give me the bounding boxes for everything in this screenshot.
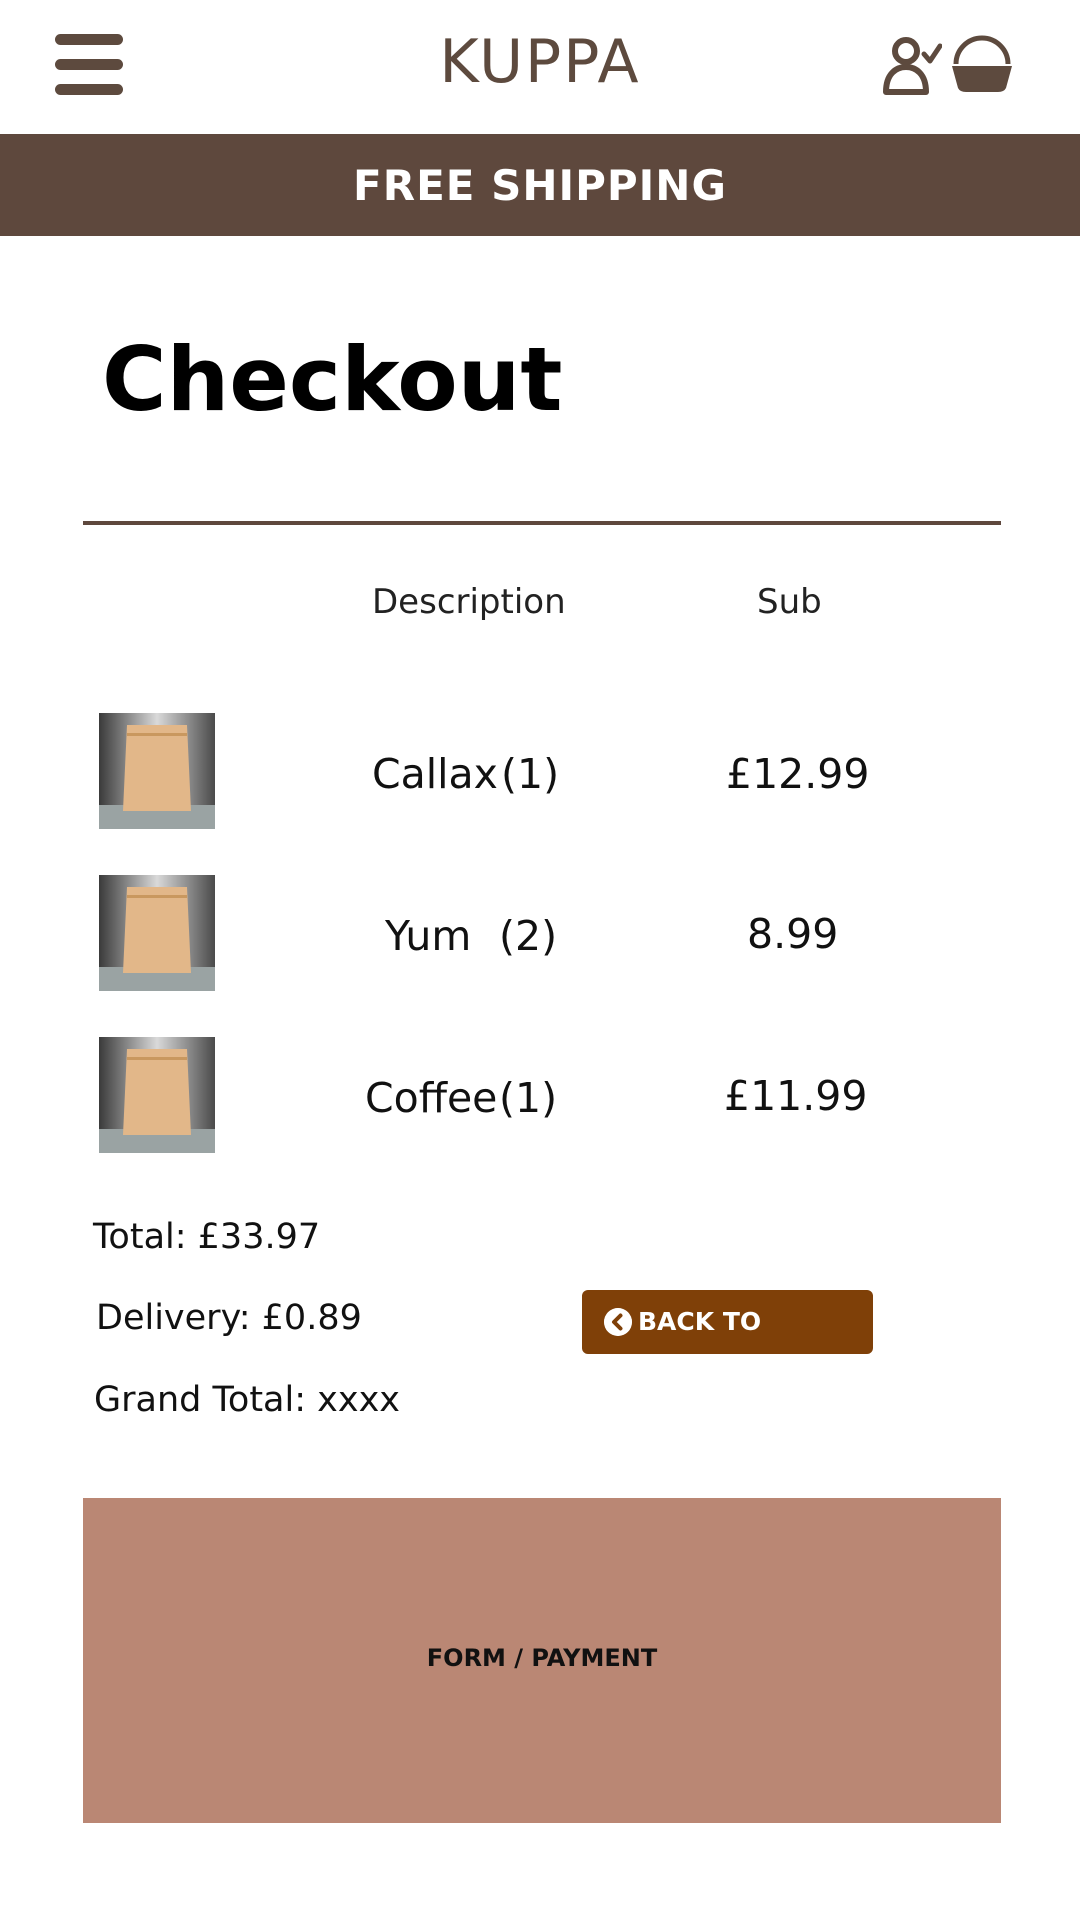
product-thumbnail[interactable] bbox=[99, 1037, 215, 1153]
item-quantity: (2) bbox=[499, 912, 558, 960]
item-quantity: (1) bbox=[501, 750, 560, 798]
logo[interactable]: KUPPA bbox=[390, 22, 690, 102]
item-subtotal: £11.99 bbox=[724, 1072, 868, 1120]
grand-total-amount: Grand Total: xxxx bbox=[94, 1380, 400, 1420]
item-quantity: (1) bbox=[499, 1074, 558, 1122]
page-title: Checkout bbox=[102, 328, 563, 431]
item-subtotal: 8.99 bbox=[747, 910, 839, 958]
item-name: Callax bbox=[372, 750, 498, 798]
free-shipping-banner: FREE SHIPPING bbox=[0, 134, 1080, 236]
delivery-amount: Delivery: £0.89 bbox=[96, 1298, 362, 1338]
description-column-header: Description bbox=[372, 582, 566, 622]
hamburger-menu-icon[interactable] bbox=[55, 34, 123, 96]
coffee-bag-image bbox=[99, 1037, 215, 1153]
total-amount: Total: £33.97 bbox=[93, 1217, 321, 1257]
coffee-bag-image bbox=[99, 875, 215, 991]
user-check-icon[interactable] bbox=[880, 34, 942, 96]
form-payment-panel[interactable]: FORM / PAYMENT bbox=[83, 1498, 1001, 1823]
item-name: Yum bbox=[385, 912, 472, 960]
divider bbox=[83, 521, 1001, 525]
form-payment-label: FORM / PAYMENT bbox=[426, 1644, 658, 1672]
item-subtotal: £12.99 bbox=[726, 750, 870, 798]
coffee-bag-image bbox=[99, 713, 215, 829]
chevron-left-icon bbox=[604, 1308, 632, 1336]
back-to-basket-label: BACK TO BASKET bbox=[638, 1307, 762, 1400]
product-thumbnail[interactable] bbox=[99, 875, 215, 991]
product-thumbnail[interactable] bbox=[99, 713, 215, 829]
sub-column-header: Sub bbox=[757, 582, 822, 622]
header: KUPPA bbox=[0, 0, 1080, 134]
item-name: Coffee bbox=[365, 1074, 498, 1122]
back-to-basket-button[interactable]: BACK TO BASKET bbox=[582, 1290, 873, 1400]
basket-icon[interactable] bbox=[950, 34, 1014, 96]
